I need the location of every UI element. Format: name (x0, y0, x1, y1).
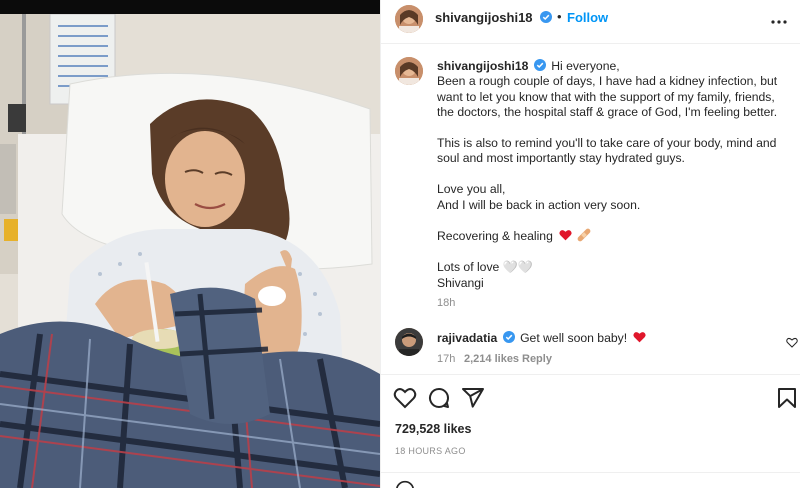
caption-line: Been a rough couple of days, I have had … (437, 74, 778, 89)
photo-illustration (0, 14, 380, 488)
caption-line: the doctors, the hospital staff & grace … (437, 105, 778, 120)
share-icon[interactable] (461, 386, 485, 410)
separator-dot: • (557, 9, 562, 24)
verified-icon (533, 59, 546, 71)
caption-author-username[interactable]: shivangijoshi18 (437, 59, 528, 73)
top-bar (0, 0, 380, 14)
bandage-emoji-icon (577, 229, 591, 242)
post-header: shivangijoshi18 • Follow (381, 0, 800, 44)
author-username[interactable]: shivangijoshi18 (435, 10, 533, 25)
post-caption: shivangijoshi18 Hi everyone, Been a roug… (437, 59, 787, 291)
more-options-button[interactable] (767, 10, 791, 34)
author-avatar[interactable] (395, 5, 423, 33)
verified-icon (502, 331, 515, 343)
caption-line: And I will be back in action very soon. (437, 197, 641, 212)
divider (381, 472, 800, 473)
comment-text: Get well soon baby! (520, 331, 628, 345)
caption-author-avatar[interactable] (395, 57, 423, 85)
comment-like-heart-icon[interactable] (786, 337, 798, 348)
post-actions-bar (381, 374, 800, 420)
comment-likes[interactable]: 2,214 likes (464, 353, 519, 365)
post-timestamp[interactable]: 18 HOURS AGO (395, 446, 466, 456)
more-icon (771, 20, 787, 24)
post-photo[interactable] (0, 14, 380, 488)
avatar-image (395, 57, 423, 85)
verified-icon (540, 11, 552, 23)
caption-line: want to let you know that with the suppo… (437, 89, 775, 104)
red-heart-emoji-icon (632, 332, 646, 343)
red-heart-emoji-icon (559, 230, 572, 241)
caption-line: Lots of love 🤍🤍 (437, 260, 534, 275)
commenter-avatar[interactable] (395, 328, 423, 356)
bookmark-icon[interactable] (775, 386, 799, 410)
caption-line: This is also to remind you'll to take ca… (437, 136, 777, 151)
caption-line: Recovering & healing (437, 229, 553, 244)
comment: rajivadatia Get well soon baby! (437, 331, 767, 345)
heart-icon[interactable] (393, 386, 417, 410)
caption-greeting: Hi everyone, (551, 59, 620, 73)
comment-time[interactable]: 17h (437, 353, 455, 365)
caption-line: Love you all, (437, 182, 506, 197)
likes-count[interactable]: 729,528 likes (395, 422, 471, 436)
commenter-username[interactable]: rajivadatia (437, 331, 497, 345)
comment-reply-button[interactable]: Reply (522, 353, 552, 365)
avatar-image (395, 5, 423, 33)
comment-icon[interactable] (427, 386, 451, 410)
avatar-image (395, 328, 423, 356)
caption-line: soul and most importantly stay hydrated … (437, 151, 685, 166)
emoji-icon[interactable] (395, 480, 415, 488)
caption-line: Shivangi (437, 275, 484, 290)
caption-time[interactable]: 18h (437, 297, 455, 309)
follow-button[interactable]: Follow (567, 10, 608, 25)
post-details-panel: shivangijoshi18 • Follow shivangijoshi18 (380, 0, 800, 488)
